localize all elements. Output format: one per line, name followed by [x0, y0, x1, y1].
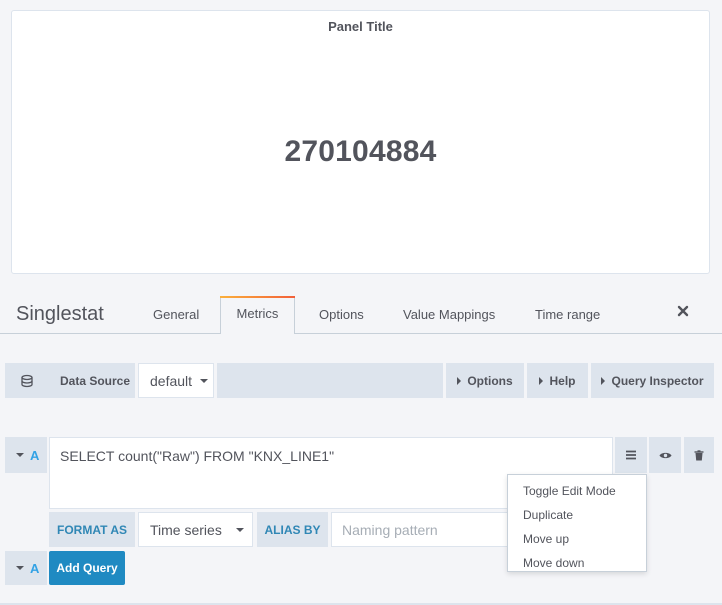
chevron-down-icon — [16, 453, 24, 457]
tab-metrics[interactable]: Metrics — [220, 296, 295, 334]
datasource-label: Data Source — [49, 363, 135, 398]
format-as-select[interactable]: Time series — [138, 512, 253, 547]
hamburger-icon[interactable] — [615, 437, 647, 473]
close-icon[interactable] — [677, 305, 689, 317]
query-collapse-toggle[interactable]: A — [5, 437, 47, 473]
active-tab-indicator — [220, 296, 295, 298]
tab-metrics-label: Metrics — [236, 306, 279, 321]
menu-item-move-down[interactable]: Move down — [508, 551, 646, 575]
menu-item-toggle-edit-mode[interactable]: Toggle Edit Mode — [508, 479, 646, 503]
format-as-text: FORMAT AS — [57, 522, 127, 537]
chevron-down-icon — [16, 566, 24, 570]
format-as-label: FORMAT AS — [49, 512, 135, 547]
datasource-value: default — [150, 372, 193, 389]
singlestat-value: 270104884 — [284, 135, 437, 168]
menu-item-duplicate[interactable]: Duplicate — [508, 503, 646, 527]
alias-by-text: ALIAS BY — [264, 522, 321, 537]
caret-right-icon — [539, 376, 544, 385]
query-inspector-label: Query Inspector — [611, 373, 704, 388]
alias-input[interactable]: Naming pattern — [331, 512, 509, 547]
tab-options[interactable]: Options — [304, 296, 379, 334]
add-query-toggle[interactable]: A — [5, 551, 47, 585]
query-inspector-button[interactable]: Query Inspector — [591, 363, 714, 398]
add-query-button[interactable]: Add Query — [49, 551, 125, 585]
trash-icon[interactable] — [684, 437, 714, 473]
add-query-ref-id: A — [30, 560, 40, 576]
datasource-select[interactable]: default — [138, 363, 214, 398]
editor-title: Singlestat — [16, 303, 104, 325]
menu-item-move-up[interactable]: Move up — [508, 527, 646, 551]
panel-title[interactable]: Panel Title — [12, 19, 709, 34]
chevron-down-icon — [200, 378, 209, 383]
caret-right-icon — [601, 376, 606, 385]
datasource-filler — [217, 363, 443, 398]
caret-right-icon — [457, 376, 462, 385]
database-icon — [5, 363, 49, 398]
help-label: Help — [549, 373, 576, 388]
query-ref-id: A — [30, 447, 40, 463]
chevron-down-icon — [235, 527, 244, 532]
format-as-value: Time series — [150, 521, 222, 538]
query-context-menu: Toggle Edit Mode Duplicate Move up Move … — [507, 474, 647, 572]
panel-preview: Panel Title 270104884 — [11, 10, 710, 274]
tab-time-range[interactable]: Time range — [520, 296, 615, 334]
options-label: Options — [467, 373, 513, 388]
query-text: SELECT count("Raw") FROM "KNX_LINE1" — [60, 448, 335, 464]
tab-value-mappings[interactable]: Value Mappings — [388, 296, 510, 334]
alias-by-label: ALIAS BY — [257, 512, 328, 547]
alias-placeholder: Naming pattern — [342, 521, 438, 538]
tab-general[interactable]: General — [138, 296, 214, 334]
options-button[interactable]: Options — [446, 363, 524, 398]
eye-icon[interactable] — [649, 437, 681, 473]
help-button[interactable]: Help — [527, 363, 588, 398]
